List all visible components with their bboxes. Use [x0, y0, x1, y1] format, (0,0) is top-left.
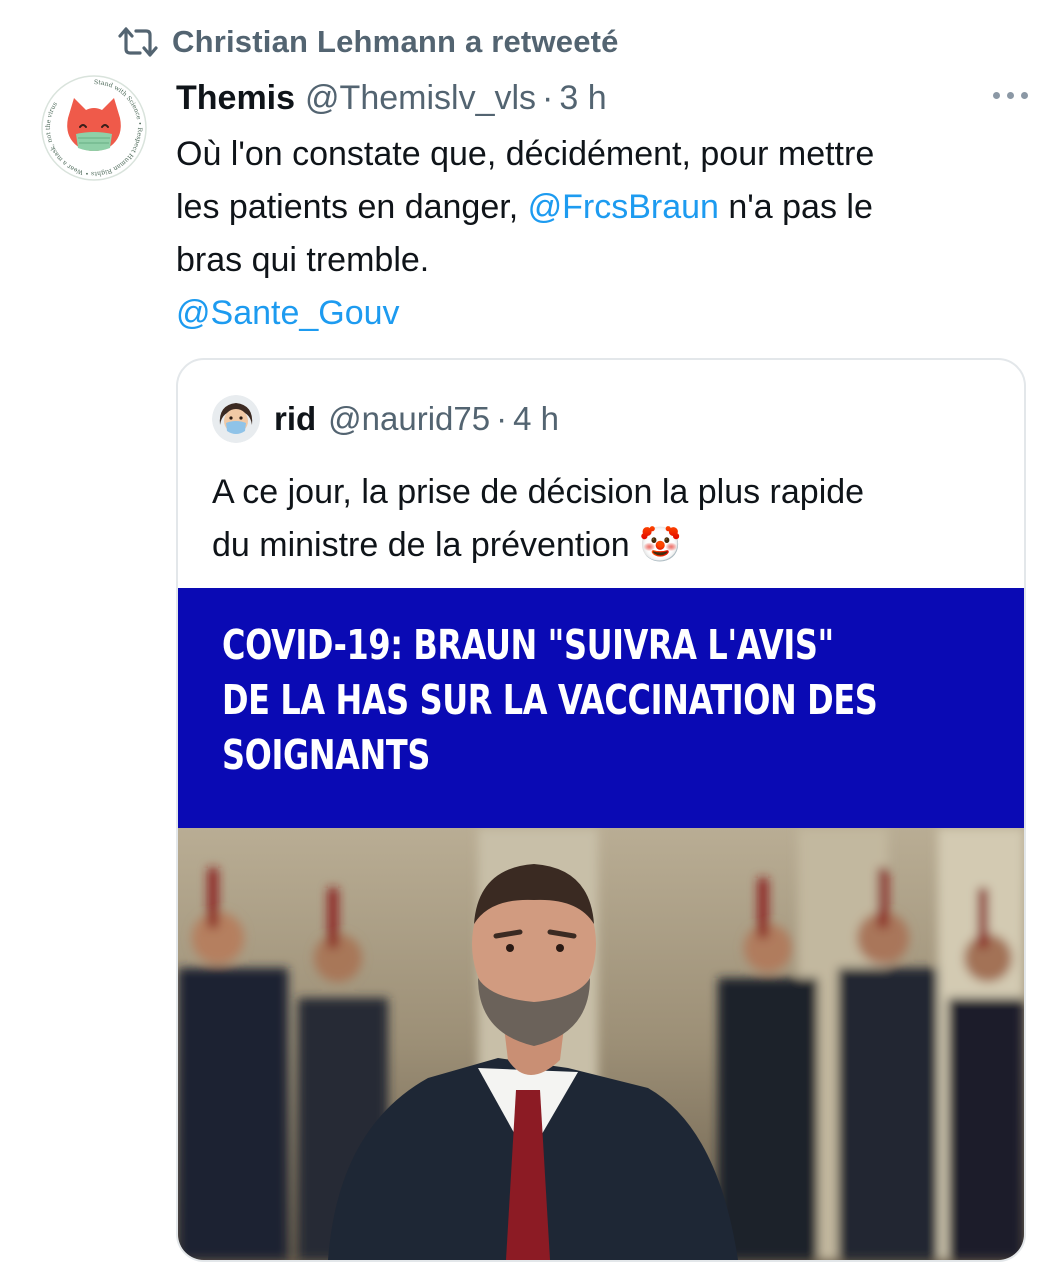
more-options-button[interactable]	[993, 92, 1028, 99]
quote-media[interactable]: COVID-19: BRAUN "SUIVRA L'AVIS" DE LA HA…	[178, 588, 1024, 1260]
quote-header: rid @naurid75 · 4 h	[212, 394, 559, 444]
tweet-line: bras qui tremble.	[176, 241, 430, 279]
headline-line: COVID-19: BRAUN "SUIVRA L'AVIS"	[222, 621, 834, 669]
quote-author-handle[interactable]: @naurid75	[328, 400, 490, 438]
news-photo	[178, 828, 1024, 1260]
separator-dot: ·	[496, 400, 508, 437]
clown-emoji: 🤡	[639, 526, 682, 564]
tweet-header: Themis @Themislv_vls · 3 h	[176, 76, 607, 120]
quote-avatar[interactable]	[212, 395, 260, 443]
cat-mask-logo: Stand with Science • Respect Human Right…	[38, 72, 150, 184]
separator-dot: ·	[542, 78, 554, 117]
quote-line: du ministre de la prévention 🤡	[212, 519, 1002, 572]
tweet-text: Où l'on constate que, décidément, pour m…	[176, 128, 1036, 340]
retweet-indicator[interactable]: Christian Lehmann a retweeté	[118, 22, 619, 62]
author-name[interactable]: Themis	[176, 79, 295, 118]
quote-time[interactable]: 4 h	[513, 400, 559, 438]
mention-link[interactable]: @FrcsBraun	[528, 188, 719, 226]
author-handle[interactable]: @Themislv_vls	[305, 79, 536, 118]
tweet-time[interactable]: 3 h	[559, 79, 606, 118]
tweet-line-text: n'a pas le	[718, 188, 873, 226]
tweet-line: les patients en danger, @FrcsBraun n'a p…	[176, 181, 1036, 234]
quote-author-name[interactable]: rid	[274, 400, 316, 438]
headline-line: DE LA HAS SUR LA VACCINATION DES	[222, 676, 878, 724]
quote-line: A ce jour, la prise de décision la plus …	[212, 473, 865, 511]
quoted-tweet[interactable]: rid @naurid75 · 4 h A ce jour, la prise …	[176, 358, 1026, 1262]
headline-text: COVID-19: BRAUN "SUIVRA L'AVIS" DE LA HA…	[222, 618, 878, 783]
quote-text: A ce jour, la prise de décision la plus …	[212, 466, 1002, 572]
tweet-line: @Sante_Gouv	[176, 287, 1036, 340]
tweet-line: Où l'on constate que, décidément, pour m…	[176, 135, 875, 173]
mention-link[interactable]: @Sante_Gouv	[176, 294, 400, 332]
more-dot	[993, 92, 1000, 99]
more-dot	[1007, 92, 1014, 99]
retweet-label: Christian Lehmann a retweeté	[172, 24, 619, 59]
retweet-icon	[118, 27, 158, 57]
headline-line: SOIGNANTS	[222, 731, 430, 779]
quote-line-text: du ministre de la prévention	[212, 526, 640, 564]
more-dot	[1021, 92, 1028, 99]
masked-person-avatar	[212, 395, 260, 443]
author-avatar[interactable]: Stand with Science • Respect Human Right…	[38, 72, 150, 184]
tweet-line-text: les patients en danger,	[176, 188, 528, 226]
headline-banner: COVID-19: BRAUN "SUIVRA L'AVIS" DE LA HA…	[178, 588, 1024, 828]
